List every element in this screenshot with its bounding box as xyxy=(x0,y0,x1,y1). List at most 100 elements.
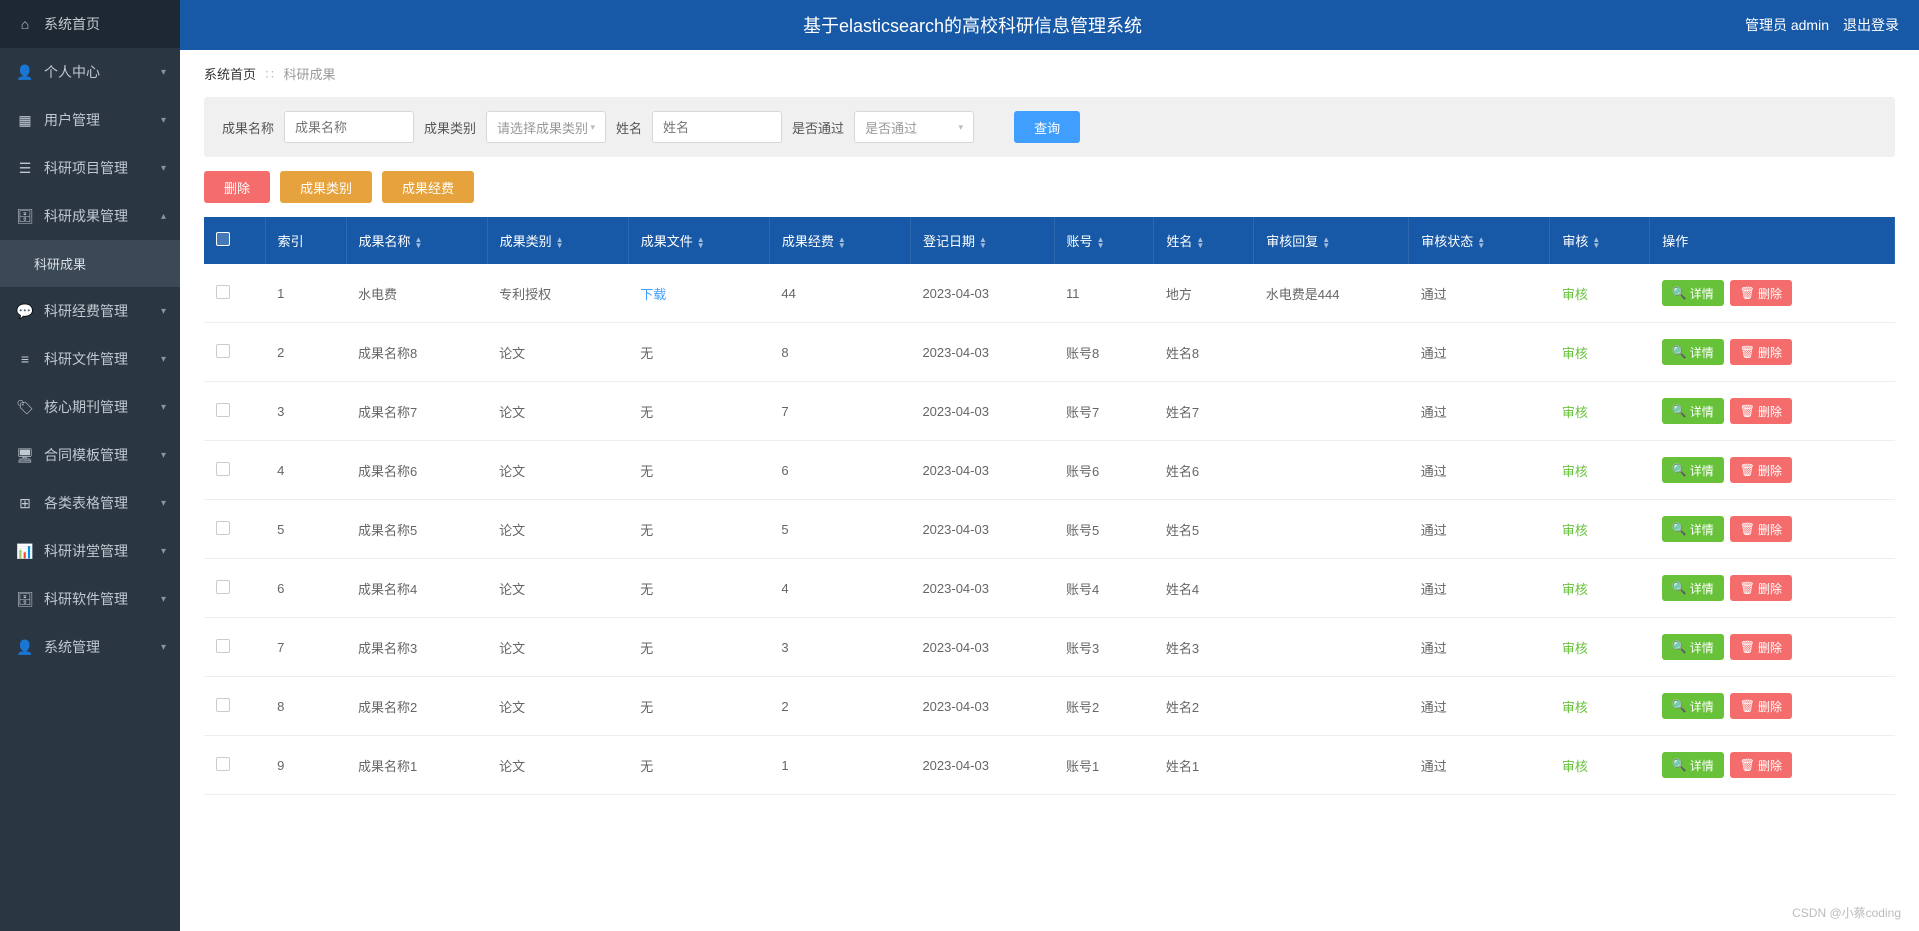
cell-date: 2023-04-03 xyxy=(910,618,1054,677)
sidebar-item-0[interactable]: ⌂系统首页 xyxy=(0,0,180,48)
filter-name-input[interactable] xyxy=(284,111,414,143)
detail-button[interactable]: 🔍 详情 xyxy=(1662,516,1724,542)
column-header[interactable]: 姓名▲▼ xyxy=(1154,217,1254,264)
sidebar-item-13[interactable]: 👤系统管理▾ xyxy=(0,623,180,671)
sidebar-item-9[interactable]: 🖥合同模板管理▾ xyxy=(0,431,180,479)
search-button[interactable]: 查询 xyxy=(1014,111,1080,143)
cell-name: 成果名称1 xyxy=(346,736,487,795)
row-delete-button[interactable]: 🗑 删除 xyxy=(1730,575,1792,601)
table-row: 6成果名称4论文无42023-04-03账号4姓名4通过审核🔍 详情🗑 删除 xyxy=(204,559,1895,618)
batch-delete-button[interactable]: 删除 xyxy=(204,171,270,203)
chevron-icon: ▾ xyxy=(161,642,166,653)
select-all-checkbox[interactable] xyxy=(216,232,230,246)
download-link[interactable]: 下载 xyxy=(640,287,666,302)
app-title: 基于elasticsearch的高校科研信息管理系统 xyxy=(200,12,1745,38)
cell-type: 论文 xyxy=(487,500,628,559)
breadcrumb-sep: ∷ xyxy=(266,67,274,82)
sidebar-item-3[interactable]: ☰科研项目管理▾ xyxy=(0,144,180,192)
audit-link[interactable]: 审核 xyxy=(1562,523,1588,538)
cell-person: 姓名3 xyxy=(1154,618,1254,677)
row-checkbox[interactable] xyxy=(216,344,230,358)
filter-pass-select[interactable]: 是否通过 ▾ xyxy=(854,111,974,143)
row-checkbox[interactable] xyxy=(216,521,230,535)
sidebar-item-11[interactable]: 📊科研讲堂管理▾ xyxy=(0,527,180,575)
cell-ops: 🔍 详情🗑 删除 xyxy=(1662,280,1883,306)
row-checkbox[interactable] xyxy=(216,403,230,417)
sidebar-item-10[interactable]: ⊞各类表格管理▾ xyxy=(0,479,180,527)
column-header[interactable]: 账号▲▼ xyxy=(1054,217,1154,264)
row-checkbox[interactable] xyxy=(216,639,230,653)
row-checkbox[interactable] xyxy=(216,285,230,299)
audit-link[interactable]: 审核 xyxy=(1562,700,1588,715)
logout-link[interactable]: 退出登录 xyxy=(1843,15,1899,35)
breadcrumb-home[interactable]: 系统首页 xyxy=(204,67,256,82)
filter-person-input[interactable] xyxy=(652,111,782,143)
cell-audit: 审核 xyxy=(1550,677,1650,736)
sidebar-item-1[interactable]: 👤个人中心▾ xyxy=(0,48,180,96)
chevron-icon: ▴ xyxy=(161,211,166,222)
detail-button[interactable]: 🔍 详情 xyxy=(1662,457,1724,483)
audit-link[interactable]: 审核 xyxy=(1562,405,1588,420)
cell-audit: 审核 xyxy=(1550,382,1650,441)
cell-name: 成果名称8 xyxy=(346,323,487,382)
sidebar-item-5[interactable]: 科研成果 xyxy=(0,240,180,287)
chat-icon: 💬 xyxy=(16,303,34,320)
filter-person-label: 姓名 xyxy=(616,118,642,137)
row-delete-button[interactable]: 🗑 删除 xyxy=(1730,339,1792,365)
column-header[interactable]: 成果类别▲▼ xyxy=(487,217,628,264)
audit-link[interactable]: 审核 xyxy=(1562,759,1588,774)
filter-type-select[interactable]: 请选择成果类别 ▾ xyxy=(486,111,606,143)
detail-button[interactable]: 🔍 详情 xyxy=(1662,575,1724,601)
cell-person: 姓名1 xyxy=(1154,736,1254,795)
column-header[interactable]: 登记日期▲▼ xyxy=(910,217,1054,264)
cell-audit: 审核 xyxy=(1550,559,1650,618)
row-checkbox[interactable] xyxy=(216,580,230,594)
row-delete-button[interactable]: 🗑 删除 xyxy=(1730,516,1792,542)
row-delete-button[interactable]: 🗑 删除 xyxy=(1730,634,1792,660)
type-button[interactable]: 成果类别 xyxy=(280,171,372,203)
cell-acc: 账号6 xyxy=(1054,441,1154,500)
sidebar-item-6[interactable]: 💬科研经费管理▾ xyxy=(0,287,180,335)
row-checkbox[interactable] xyxy=(216,757,230,771)
detail-button[interactable]: 🔍 详情 xyxy=(1662,280,1724,306)
sort-icon: ▲▼ xyxy=(1097,237,1105,249)
trash-icon: 🗑 xyxy=(1740,463,1755,477)
row-delete-button[interactable]: 🗑 删除 xyxy=(1730,280,1792,306)
row-delete-button[interactable]: 🗑 删除 xyxy=(1730,398,1792,424)
detail-button[interactable]: 🔍 详情 xyxy=(1662,634,1724,660)
detail-button[interactable]: 🔍 详情 xyxy=(1662,693,1724,719)
sidebar-item-7[interactable]: ≡科研文件管理▾ xyxy=(0,335,180,383)
row-checkbox[interactable] xyxy=(216,698,230,712)
audit-link[interactable]: 审核 xyxy=(1562,641,1588,656)
detail-button[interactable]: 🔍 详情 xyxy=(1662,398,1724,424)
detail-button[interactable]: 🔍 详情 xyxy=(1662,752,1724,778)
filter-bar: 成果名称 成果类别 请选择成果类别 ▾ 姓名 是否通过 是否通过 ▾ 查询 xyxy=(204,97,1895,157)
column-header[interactable]: 审核▲▼ xyxy=(1550,217,1650,264)
column-header[interactable]: 审核回复▲▼ xyxy=(1254,217,1409,264)
cell-idx: 5 xyxy=(265,500,346,559)
audit-link[interactable]: 审核 xyxy=(1562,464,1588,479)
row-delete-button[interactable]: 🗑 删除 xyxy=(1730,752,1792,778)
sidebar-item-8[interactable]: 🏷核心期刊管理▾ xyxy=(0,383,180,431)
audit-link[interactable]: 审核 xyxy=(1562,287,1588,302)
detail-button[interactable]: 🔍 详情 xyxy=(1662,339,1724,365)
row-delete-button[interactable]: 🗑 删除 xyxy=(1730,693,1792,719)
sidebar-item-4[interactable]: 🗄科研成果管理▴ xyxy=(0,192,180,240)
chevron-icon: ▾ xyxy=(161,594,166,605)
audit-link[interactable]: 审核 xyxy=(1562,582,1588,597)
chevron-icon: ▾ xyxy=(161,115,166,126)
table-row: 3成果名称7论文无72023-04-03账号7姓名7通过审核🔍 详情🗑 删除 xyxy=(204,382,1895,441)
column-header[interactable]: 成果名称▲▼ xyxy=(346,217,487,264)
row-delete-button[interactable]: 🗑 删除 xyxy=(1730,457,1792,483)
fund-button[interactable]: 成果经费 xyxy=(382,171,474,203)
row-checkbox[interactable] xyxy=(216,462,230,476)
cell-date: 2023-04-03 xyxy=(910,736,1054,795)
cell-fund: 6 xyxy=(769,441,910,500)
user-label[interactable]: 管理员 admin xyxy=(1745,15,1829,35)
audit-link[interactable]: 审核 xyxy=(1562,346,1588,361)
column-header[interactable]: 成果经费▲▼ xyxy=(769,217,910,264)
column-header[interactable]: 审核状态▲▼ xyxy=(1409,217,1550,264)
column-header[interactable]: 成果文件▲▼ xyxy=(628,217,769,264)
sidebar-item-12[interactable]: 🗄科研软件管理▾ xyxy=(0,575,180,623)
sidebar-item-2[interactable]: ▦用户管理▾ xyxy=(0,96,180,144)
